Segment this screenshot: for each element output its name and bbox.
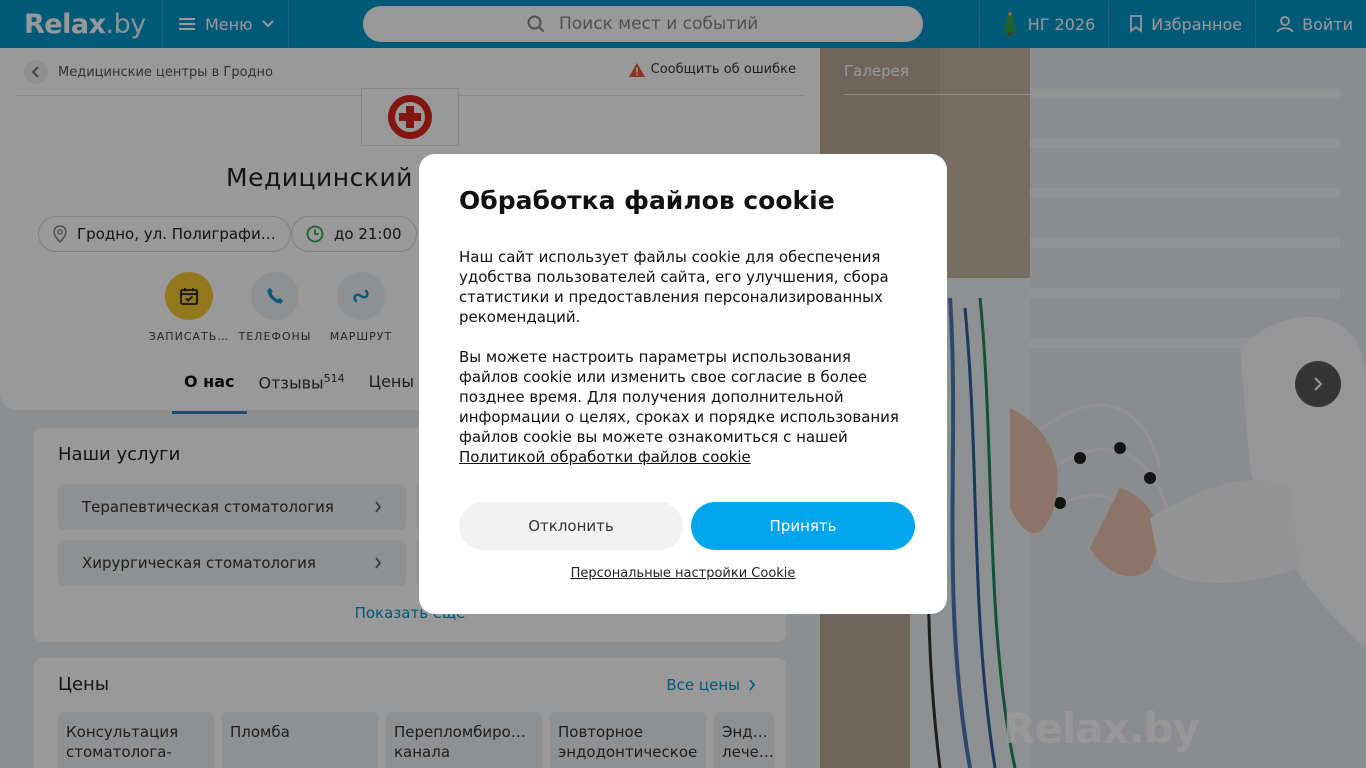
- cookie-paragraph: Наш сайт использует файлы cookie для обе…: [459, 248, 889, 326]
- cookie-buttons: Отклонить Принять: [459, 502, 915, 550]
- accept-button[interactable]: Принять: [691, 502, 915, 550]
- cookie-dialog: Обработка файлов cookie Наш сайт использ…: [419, 154, 947, 614]
- cookie-settings-link[interactable]: Персональные настройки Cookie: [419, 566, 947, 581]
- modal-backdrop[interactable]: Обработка файлов cookie Наш сайт использ…: [0, 0, 1366, 768]
- cookie-policy-link[interactable]: Политикой обработки файлов cookie: [459, 448, 751, 466]
- decline-button[interactable]: Отклонить: [459, 502, 683, 550]
- cookie-title: Обработка файлов cookie: [459, 186, 835, 215]
- cookie-paragraph: Вы можете настроить параметры использова…: [459, 348, 899, 466]
- cookie-text: Наш сайт использует файлы cookie для обе…: [459, 247, 907, 467]
